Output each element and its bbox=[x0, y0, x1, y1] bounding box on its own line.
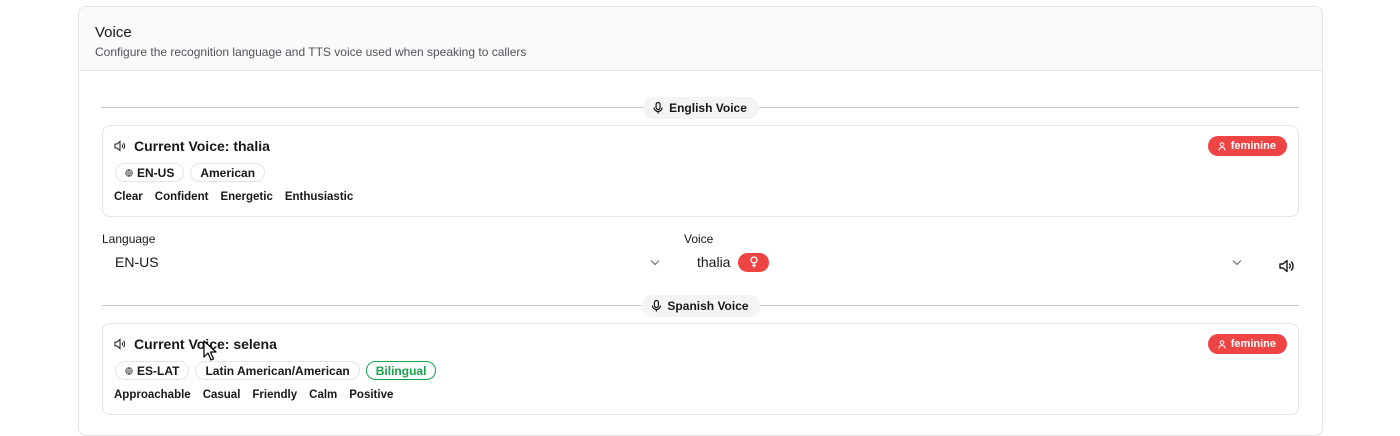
bilingual-tag: Bilingual bbox=[365, 361, 437, 380]
voice-select-value: thalia bbox=[697, 254, 731, 270]
spanish-current-voice-panel: Current Voice: selena feminine ES-LAT La… bbox=[102, 323, 1299, 415]
globe-icon bbox=[125, 168, 133, 177]
spanish-trait-row: Approachable Casual Friendly Calm Positi… bbox=[108, 385, 399, 404]
trait-tag: Positive bbox=[349, 388, 394, 401]
speaker-icon bbox=[1279, 259, 1294, 273]
english-gender-badge: feminine bbox=[1207, 136, 1287, 156]
trait-tag: Friendly bbox=[252, 388, 298, 401]
language-tag: ES-LAT bbox=[115, 361, 190, 380]
voice-select[interactable]: thalia bbox=[684, 247, 1249, 277]
speaker-icon bbox=[114, 140, 126, 152]
chevron-down-icon bbox=[650, 260, 660, 266]
card-header: Voice Configure the recognition language… bbox=[79, 7, 1322, 71]
trait-tag: Clear bbox=[114, 190, 143, 203]
trait-tag: Enthusiastic bbox=[284, 190, 354, 203]
speaker-icon bbox=[114, 338, 126, 350]
spanish-voice-divider: Spanish Voice bbox=[102, 295, 1299, 317]
microphone-icon bbox=[653, 102, 663, 114]
preview-voice-button[interactable] bbox=[1275, 254, 1299, 278]
accent-tag: Latin American/American bbox=[195, 361, 360, 380]
person-icon bbox=[1218, 339, 1226, 349]
trait-tag: Approachable bbox=[114, 388, 191, 401]
accent-tag: American bbox=[190, 163, 266, 182]
english-current-voice-title: Current Voice: thalia bbox=[114, 138, 270, 154]
trait-tag: Confident bbox=[154, 190, 209, 203]
english-voice-section-label: English Voice bbox=[643, 97, 759, 119]
mouse-cursor-icon bbox=[203, 340, 217, 361]
english-current-voice-panel: Current Voice: thalia feminine EN-US Ame… bbox=[102, 125, 1299, 217]
microphone-icon bbox=[651, 300, 662, 312]
spanish-gender-badge: feminine bbox=[1207, 334, 1287, 354]
chevron-down-icon bbox=[1232, 260, 1242, 266]
language-label: Language bbox=[102, 232, 156, 246]
english-tag-row: EN-US American bbox=[115, 163, 266, 182]
person-icon bbox=[1218, 141, 1226, 151]
spanish-voice-section-label: Spanish Voice bbox=[641, 295, 761, 317]
card-description: Configure the recognition language and T… bbox=[95, 45, 527, 59]
card-title: Voice bbox=[95, 24, 132, 41]
trait-tag: Energetic bbox=[220, 190, 273, 203]
spanish-current-voice-title: Current Voice: selena bbox=[114, 336, 277, 352]
language-select[interactable]: EN-US bbox=[102, 247, 667, 277]
globe-icon bbox=[125, 366, 133, 375]
voice-settings-card: Voice Configure the recognition language… bbox=[78, 6, 1323, 436]
english-trait-row: Clear Confident Energetic Enthusiastic bbox=[108, 187, 359, 206]
english-voice-divider: English Voice bbox=[102, 97, 1299, 119]
spanish-tag-row: ES-LAT Latin American/American Bilingual bbox=[115, 361, 437, 380]
trait-tag: Casual bbox=[202, 388, 241, 401]
female-symbol-icon bbox=[738, 252, 770, 272]
voice-label: Voice bbox=[684, 232, 714, 246]
language-tag: EN-US bbox=[115, 163, 185, 182]
trait-tag: Calm bbox=[309, 388, 338, 401]
